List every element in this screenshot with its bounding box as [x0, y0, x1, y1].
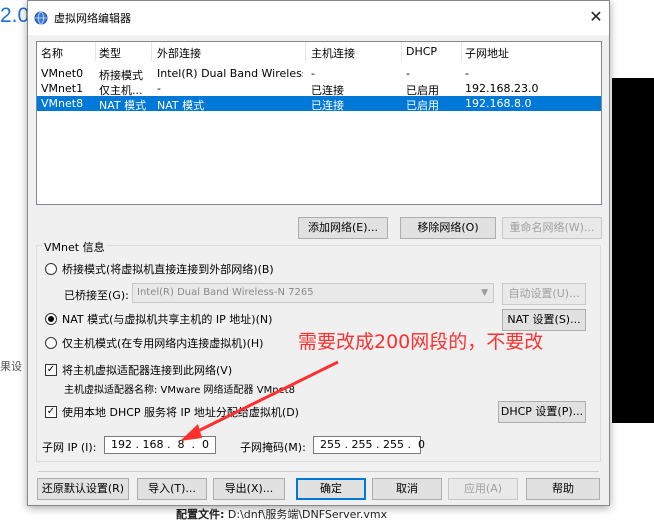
annotation-arrow-icon: [180, 360, 339, 441]
